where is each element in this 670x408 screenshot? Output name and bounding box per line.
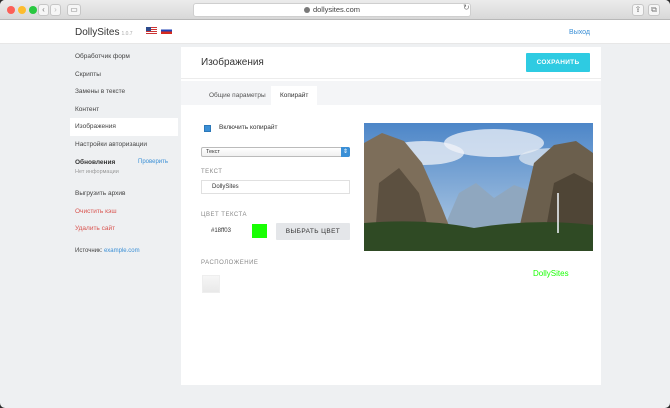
updates-status: Нет информации: [75, 169, 119, 175]
close-window-button[interactable]: [7, 6, 15, 14]
address-bar[interactable]: dollysites.com: [193, 3, 471, 17]
sidebar-item-content[interactable]: Контент: [70, 101, 178, 119]
flag-ru-icon[interactable]: [161, 27, 172, 34]
zoom-window-button[interactable]: [29, 6, 37, 14]
reload-icon[interactable]: ↻: [463, 3, 470, 12]
sidebar-item-forms[interactable]: Обработчик форм: [70, 48, 178, 66]
tab-copyright[interactable]: Копирайт: [271, 86, 318, 105]
color-input[interactable]: #18ff03: [201, 224, 248, 238]
logout-link[interactable]: Выход: [569, 29, 590, 36]
sidebar: Обработчик форм Скрипты Замены в тексте …: [70, 48, 178, 254]
check-updates-link[interactable]: Проверить: [138, 159, 168, 165]
enable-copyright-checkbox[interactable]: [204, 125, 211, 132]
preview-watermark: DollySites: [533, 269, 569, 278]
back-arrow-icon[interactable]: ‹: [38, 4, 49, 16]
sidebar-item-scripts[interactable]: Скрипты: [70, 66, 178, 84]
source-label: Источник:: [75, 247, 103, 254]
site-icon: [303, 7, 310, 13]
tab-bar: Общие параметры Копирайт: [181, 81, 601, 105]
choose-color-button[interactable]: ВЫБРАТЬ ЦВЕТ: [276, 223, 350, 240]
position-picker[interactable]: [202, 275, 220, 293]
sidebar-item-images[interactable]: Изображения: [70, 118, 178, 136]
copyright-text-input[interactable]: DollySites: [201, 180, 350, 194]
logo[interactable]: DollySites 1.0.7: [75, 27, 133, 38]
logo-text: DollySites: [75, 27, 120, 38]
sidebar-item-replacements[interactable]: Замены в тексте: [70, 83, 178, 101]
chevron-down-icon: ⇕: [341, 147, 350, 157]
source-link[interactable]: example.com: [104, 248, 140, 254]
preview-image: [364, 123, 593, 251]
sidebar-toggle-icon[interactable]: ▭: [67, 4, 81, 16]
color-swatch[interactable]: [252, 224, 267, 238]
browser-toolbar: ‹ › ▭ dollysites.com ↻ ⇪ ⧉: [0, 0, 670, 20]
save-button[interactable]: СОХРАНИТЬ: [526, 53, 590, 72]
page-title: Изображения: [201, 57, 264, 68]
copyright-type-select[interactable]: Текст ⇕: [201, 147, 350, 157]
text-color-label: ЦВЕТ ТЕКСТА: [201, 212, 247, 218]
enable-copyright-label: Включить копирайт: [219, 124, 278, 131]
minimize-window-button[interactable]: [18, 6, 26, 14]
source-info: Источник: example.com: [70, 248, 178, 254]
forward-arrow-icon[interactable]: ›: [50, 4, 61, 16]
tabs-overview-icon[interactable]: ⧉: [648, 4, 660, 16]
url-text: dollysites.com: [312, 5, 361, 14]
site-header: DollySites 1.0.7 Выход: [0, 20, 670, 44]
main-header: Изображения СОХРАНИТЬ: [181, 47, 601, 79]
sidebar-item-auth-settings[interactable]: Настройки авторизации: [70, 136, 178, 154]
position-label: РАСПОЛОЖЕНИЕ: [201, 260, 259, 266]
download-archive-link[interactable]: Выгрузить архив: [70, 185, 178, 203]
share-icon[interactable]: ⇪: [632, 4, 644, 16]
version-label: 1.0.7: [121, 31, 133, 37]
tab-general[interactable]: Общие параметры: [200, 86, 275, 105]
copyright-type-value: Текст: [206, 149, 220, 155]
clear-cache-link[interactable]: Очистить кэш: [70, 203, 178, 221]
delete-site-link[interactable]: Удалить сайт: [70, 220, 178, 238]
updates-block: Обновления Проверить Нет информации: [70, 153, 178, 177]
flag-us-icon[interactable]: [146, 27, 157, 34]
main-panel: Изображения СОХРАНИТЬ Общие параметры Ко…: [181, 47, 601, 385]
text-label: ТЕКСТ: [201, 169, 223, 175]
browser-window: ‹ › ▭ dollysites.com ↻ ⇪ ⧉ + DollySites1…: [0, 0, 670, 408]
